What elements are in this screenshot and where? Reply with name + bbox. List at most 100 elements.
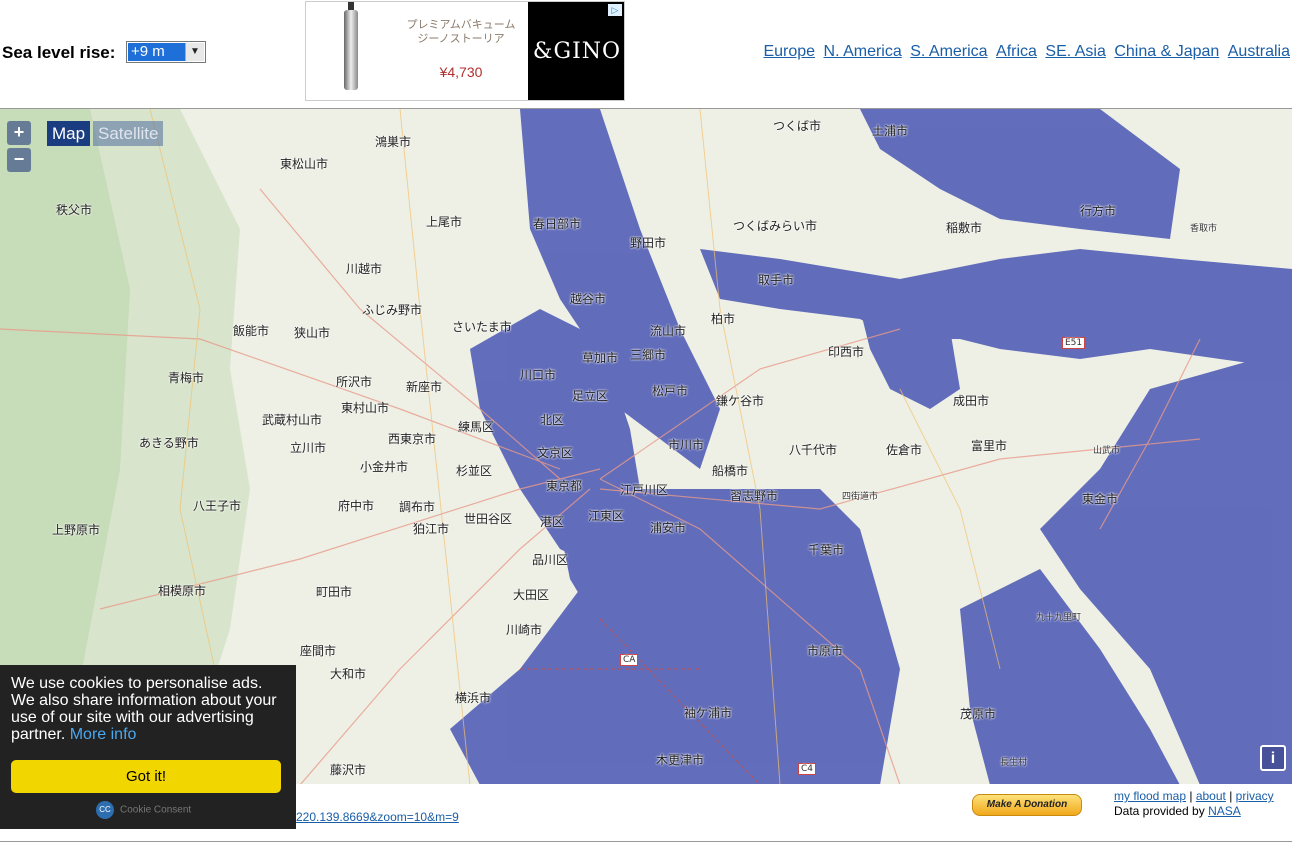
privacy-link[interactable]: privacy (1236, 789, 1274, 803)
region-links: Europe N. America S. America Africa SE. … (759, 43, 1290, 61)
place-label: 北区 (540, 413, 565, 427)
nasa-link[interactable]: NASA (1208, 804, 1241, 818)
zoom-out-button[interactable]: − (7, 148, 31, 172)
region-link-s-america[interactable]: S. America (910, 43, 987, 60)
place-label: 町田市 (316, 585, 353, 599)
about-link[interactable]: about (1196, 789, 1226, 803)
region-link-n-america[interactable]: N. America (824, 43, 902, 60)
place-label: 越谷市 (570, 292, 607, 306)
cookie-consent-icon: CC (96, 801, 114, 819)
advertisement[interactable]: プレミアムバキューム ジーノストーリア ¥4,730 &GINO ▷ (305, 1, 625, 101)
route-shield: CA (620, 654, 639, 666)
cookie-consent-brand[interactable]: CC Cookie Consent (96, 801, 191, 820)
place-label: 鴻巣市 (375, 135, 412, 149)
place-label: 茂原市 (960, 707, 997, 721)
tab-map[interactable]: Map (47, 121, 91, 146)
my-flood-map-link[interactable]: my flood map (1114, 789, 1186, 803)
ad-price: ¥4,730 (439, 64, 483, 80)
place-label: 東村山市 (341, 401, 390, 415)
place-label: 江東区 (588, 509, 625, 523)
place-label: 稲敷市 (946, 221, 983, 235)
place-label: 足立区 (572, 389, 609, 403)
more-info-link[interactable]: More info (70, 726, 137, 743)
product-image (344, 10, 358, 90)
sea-level-label: Sea level rise: (2, 43, 116, 62)
region-link-se-asia[interactable]: SE. Asia (1045, 43, 1105, 60)
place-label: 新座市 (406, 380, 443, 394)
place-label: 上尾市 (426, 215, 463, 229)
cookie-banner: We use cookies to personalise ads. We al… (0, 665, 296, 829)
place-label: 飯能市 (233, 324, 270, 338)
place-label: 大田区 (513, 588, 550, 602)
place-label: 立川市 (290, 441, 327, 455)
place-label: 相模原市 (158, 584, 207, 598)
place-label: 習志野市 (730, 489, 779, 503)
ad-product-text: プレミアムバキューム ジーノストーリア (406, 18, 516, 45)
cookie-message: We use cookies to personalise ads. We al… (11, 675, 286, 743)
place-label: 浦安市 (650, 521, 687, 535)
place-label: 成田市 (953, 394, 990, 408)
route-shield: C4 (798, 763, 817, 775)
place-label: 狭山市 (294, 326, 331, 340)
place-label: つくば市 (773, 119, 822, 133)
place-label: 船橋市 (712, 464, 749, 478)
place-label: 鎌ケ谷市 (716, 394, 765, 408)
place-label: あきる野市 (139, 436, 199, 450)
sea-level-select[interactable]: +9 m ▼ (126, 41, 206, 63)
region-link-africa[interactable]: Africa (996, 43, 1037, 60)
adchoices-icon[interactable]: ▷ (608, 4, 622, 16)
place-label: 江戸川区 (620, 483, 669, 497)
chevron-down-icon[interactable]: ▼ (185, 43, 204, 61)
place-label: 木更津市 (656, 753, 705, 767)
place-label: 上野原市 (52, 523, 101, 537)
place-label: 印西市 (828, 345, 865, 359)
place-label: 千葉市 (808, 543, 845, 557)
got-it-button[interactable]: Got it! (11, 760, 281, 793)
place-label: 山武市 (1093, 446, 1121, 456)
place-label: 袖ケ浦市 (684, 706, 733, 720)
place-label: 長生村 (1000, 758, 1028, 768)
place-label: 八千代市 (789, 443, 838, 457)
place-label: 青梅市 (168, 371, 205, 385)
place-label: 練馬区 (458, 420, 495, 434)
footer-links-row: my flood map | about | privacy (1114, 789, 1274, 803)
place-label: 横浜市 (455, 691, 492, 705)
region-link-australia[interactable]: Australia (1228, 43, 1290, 60)
region-link-europe[interactable]: Europe (763, 43, 815, 60)
place-label: 流山市 (650, 324, 687, 338)
place-label: 佐倉市 (886, 443, 923, 457)
tab-satellite[interactable]: Satellite (93, 121, 164, 146)
place-label: 大和市 (330, 667, 367, 681)
place-label: 小金井市 (360, 460, 409, 474)
place-label: 港区 (540, 515, 565, 529)
place-label: ふじみ野市 (362, 303, 423, 317)
place-label: 市原市 (807, 644, 844, 658)
zoom-in-button[interactable]: + (7, 121, 31, 145)
place-label: 行方市 (1080, 204, 1117, 218)
donate-button[interactable]: Make A Donation (972, 794, 1082, 816)
place-label: さいたま市 (452, 320, 512, 334)
place-label: 杉並区 (456, 464, 493, 478)
place-label: 春日部市 (533, 217, 582, 231)
route-shield: E51 (1062, 337, 1086, 349)
place-label: 八王子市 (193, 499, 242, 513)
info-button[interactable]: i (1260, 745, 1286, 771)
place-label: 府中市 (338, 499, 375, 513)
place-label: 市川市 (668, 438, 705, 452)
place-label: 西東京市 (388, 432, 437, 446)
place-label: 野田市 (630, 236, 667, 250)
top-bar: Sea level rise: +9 m ▼ プレミアムバキューム ジーノストー… (0, 0, 1292, 108)
place-label: 柏市 (711, 312, 736, 326)
place-label: 座間市 (300, 644, 337, 658)
place-label: 松戸市 (652, 384, 689, 398)
place-label: 取手市 (758, 273, 795, 287)
place-label: 藤沢市 (330, 763, 367, 777)
place-label: 秩父市 (56, 203, 93, 217)
place-label: 東金市 (1082, 492, 1119, 506)
place-label: 東京都 (546, 479, 583, 493)
place-label: 品川区 (532, 553, 569, 567)
region-link-china-japan[interactable]: China & Japan (1114, 43, 1219, 60)
place-label: 文京区 (537, 446, 574, 460)
place-label: つくばみらい市 (733, 219, 818, 233)
permalink[interactable]: 220.139.8669&zoom=10&m=9 (296, 810, 459, 824)
